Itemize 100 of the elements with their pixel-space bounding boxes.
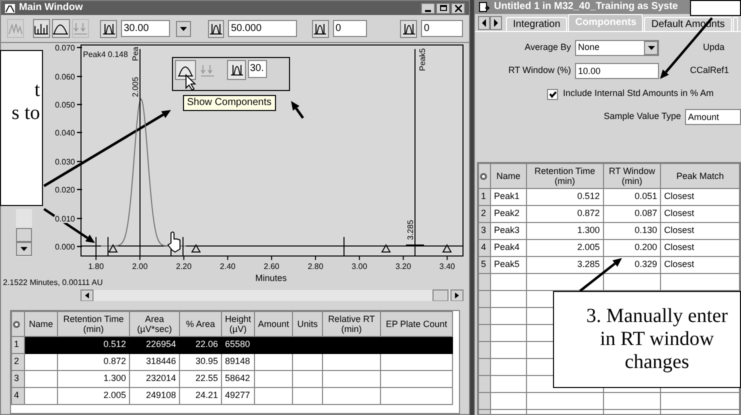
table-cell: 0.051 [603,188,661,206]
table-row[interactable]: 4 2.005 249108 24.21 49277 [12,388,452,404]
column-header[interactable]: RT Window (min) [603,164,661,188]
minimize-button[interactable] [421,2,435,14]
dropdown-button[interactable] [176,20,191,36]
input-field[interactable]: 0 [420,20,464,37]
table-cell: 89148 [222,354,254,370]
toolbar-button[interactable] [208,20,224,38]
y-tick-label: 0.030 [54,158,75,166]
table-cell: Peak2 [490,206,526,222]
close-icon [454,4,462,12]
checkbox-label: Include Internal Std Amounts in % Am [563,87,714,100]
column-header[interactable] [12,312,24,336]
dropdown-field[interactable]: Amount [685,108,741,124]
baseline-marker-icon [381,244,391,252]
column-settings-icon [479,172,488,180]
toolbar-button[interactable] [100,20,117,38]
callout-arrow [43,208,95,243]
column-header[interactable]: Area (µV*sec) [130,312,180,336]
x-tick-label: 2.40 [220,262,236,271]
tab-scroll-right-button[interactable] [490,16,502,30]
table-cell: Closest [660,206,740,222]
baseline-marker-icon [191,244,201,252]
input-field[interactable]: 0 [332,20,368,37]
table-cell: Peak1 [490,188,526,206]
table-cell: Peak3 [490,222,526,240]
column-header[interactable]: Name [490,164,526,188]
table-row[interactable]: 1 0.512 226954 22.06 65580 [12,336,452,354]
window-title: Untitled 1 in M32_40_Training as Syste [494,2,678,12]
window-app-icon [5,4,15,12]
input-field[interactable]: 50.000 [228,20,298,37]
hand-cursor-icon [168,232,180,252]
peak-label: 3.285 [406,220,415,240]
peak-icon [178,64,193,76]
table-cell: 249108 [130,388,180,404]
bars-icon [34,22,50,35]
x-tick-label: 3.40 [439,262,455,271]
input-field[interactable]: 10.00 [575,62,659,78]
column-header[interactable]: Amount [254,312,292,336]
toolbar-button[interactable] [227,60,246,80]
y-tick-label: 0.040 [54,128,75,138]
toolbar-button[interactable] [175,60,196,80]
y-tick-label: 0.020 [54,186,75,194]
arrows-icon [200,64,215,76]
peak-label: Peak5 [418,48,427,71]
vertical-scrollbar[interactable] [16,209,32,257]
y-tick-label: 0.000 [54,242,75,252]
toolbar-button[interactable] [312,20,329,38]
row-number: 2 [478,206,490,222]
column-header[interactable]: Retention Time (min) [58,312,130,336]
window-app-icon [479,2,490,12]
input-field[interactable]: 30. [248,60,267,78]
baseline-marker-icon [108,244,118,252]
table-cell: Peak5 [490,256,526,274]
column-header[interactable]: Units [292,312,322,336]
column-header[interactable] [478,164,490,188]
column-header[interactable]: % Area [180,312,222,336]
table-cell: Closest [660,256,740,274]
table-cell: 24.21 [180,388,222,404]
row-number: 3 [478,222,490,240]
column-header[interactable]: EP Plate Count [380,312,452,336]
column-header[interactable]: Peak Match [660,164,740,188]
integration-marker [182,236,184,256]
peak-label: 2.005 [131,76,140,97]
row-number: 4 [478,240,490,256]
row-number: 2 [12,354,24,370]
column-header[interactable]: Height (µV) [222,312,254,336]
tab-scroll-left-button[interactable] [478,16,490,30]
field-label: RT Window (%) [507,64,572,77]
peak-icon [53,22,68,35]
table-row[interactable]: 2 0.872 318446 30.95 89148 [12,354,452,370]
row-number: 1 [12,336,24,354]
dropdown-field[interactable]: None [575,40,659,56]
peak-tick [406,244,424,246]
cursor-readout: 2.1522 Minutes, 0.00111 AU [3,278,103,287]
table-cell: 232014 [130,370,180,388]
table-cell: 49277 [222,388,254,404]
column-header[interactable]: Name [24,312,58,336]
table-cell: 0.872 [58,354,130,370]
dropdown-field[interactable]: 30.00 [120,20,170,37]
callout-text: changes [624,351,690,374]
toolbar-button[interactable] [32,19,50,38]
table-cell: 30.95 [180,354,222,370]
table-cell: Closest [660,222,740,240]
tab[interactable]: Integration [506,17,568,31]
close-button[interactable] [451,2,465,14]
maximize-button[interactable] [436,2,450,14]
field-label: CCalRef1 [690,64,730,77]
table-cell: 22.06 [180,336,222,354]
checkbox[interactable] [547,88,558,100]
tooltip: Show Components [183,95,276,111]
column-header[interactable]: Relative RT (min) [322,312,380,336]
toolbar-button[interactable] [400,20,417,38]
toolbar-button[interactable] [52,19,70,38]
table-row[interactable]: 3 1.300 232014 22.55 58642 [12,370,452,388]
column-header[interactable]: Retention Time (min) [526,164,604,188]
horizontal-scrollbar[interactable] [80,290,464,301]
x-tick-label: 2.60 [264,262,280,271]
callout-text: s to [12,102,40,125]
table-cell: Closest [660,240,740,256]
